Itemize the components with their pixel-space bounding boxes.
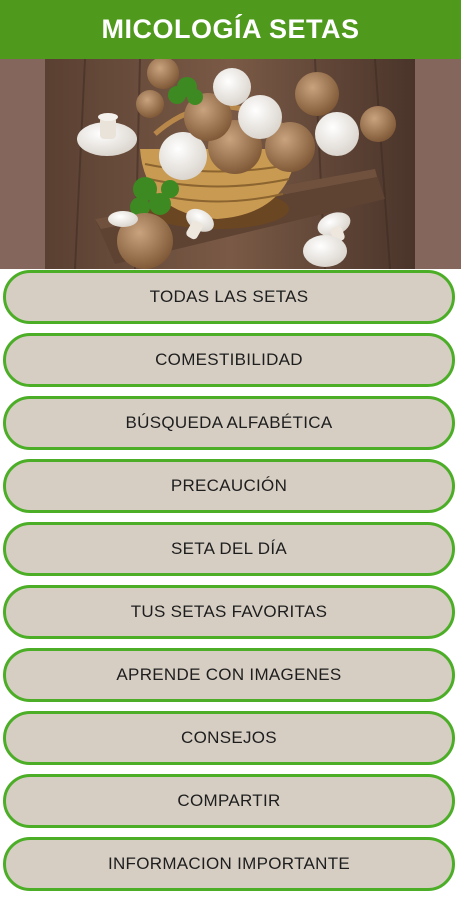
menu-consejos-button[interactable]: CONSEJOS (3, 711, 455, 765)
menu-setas-favoritas-button[interactable]: TUS SETAS FAVORITAS (3, 585, 455, 639)
menu-todas-las-setas-button[interactable]: TODAS LAS SETAS (3, 270, 455, 324)
menu-compartir-button[interactable]: COMPARTIR (3, 774, 455, 828)
app-bar: MICOLOGÍA SETAS (0, 0, 461, 59)
mushroom-basket-image (45, 59, 415, 269)
menu-seta-del-dia-button[interactable]: SETA DEL DÍA (3, 522, 455, 576)
menu-busqueda-alfabetica-button[interactable]: BÚSQUEDA ALFABÉTICA (3, 396, 455, 450)
menu-precaucion-button[interactable]: PRECAUCIÓN (3, 459, 455, 513)
menu-informacion-importante-button[interactable]: INFORMACION IMPORTANTE (3, 837, 455, 891)
menu-comestibilidad-button[interactable]: COMESTIBILIDAD (3, 333, 455, 387)
hero-banner (0, 59, 461, 269)
menu-aprende-imagenes-button[interactable]: APRENDE CON IMAGENES (3, 648, 455, 702)
app-title: MICOLOGÍA SETAS (101, 14, 360, 44)
